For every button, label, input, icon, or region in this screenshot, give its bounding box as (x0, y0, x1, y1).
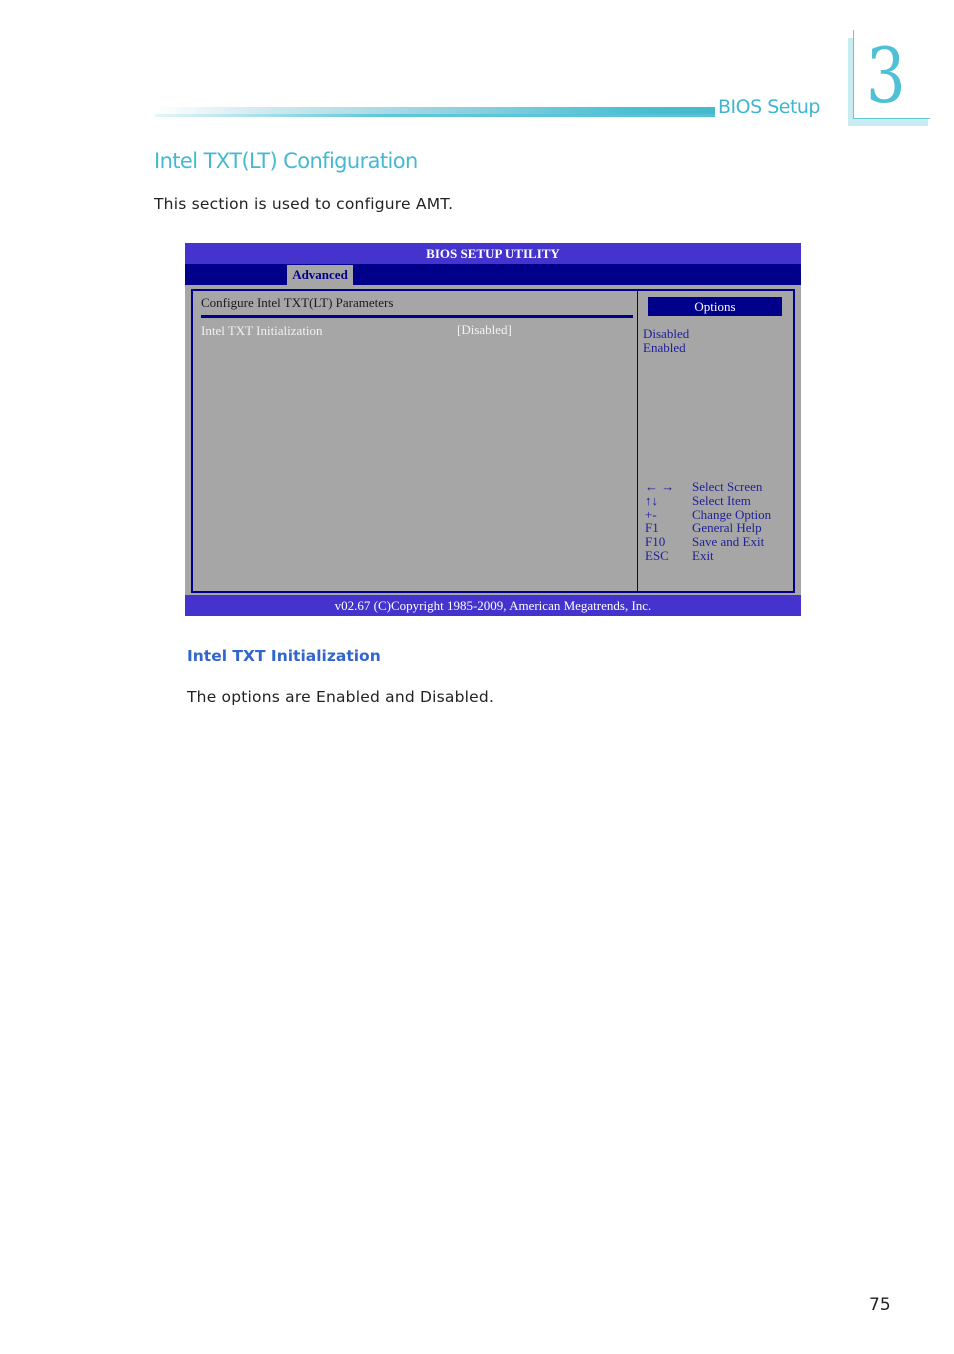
bios-help-panel: Options Disabled Enabled ← → Select Scree… (637, 289, 795, 593)
section-title: Intel TXT(LT) Configuration (154, 149, 418, 173)
key-row: ESC Exit (645, 549, 771, 563)
key-name: +- (645, 506, 657, 522)
bios-copyright-bar: v02.67 (C)Copyright 1985-2009, American … (185, 595, 801, 616)
key-name: ESC (645, 547, 669, 563)
key-action: Exit (692, 547, 714, 563)
key-action: General Help (692, 520, 762, 536)
key-action: Save and Exit (692, 534, 765, 550)
key-name: F10 (645, 534, 666, 550)
key-row: ← → Select Screen (645, 480, 771, 494)
tab-advanced[interactable]: Advanced (287, 265, 353, 285)
header-underline (155, 114, 715, 117)
key-row: +- Change Option (645, 506, 772, 522)
key-action: Change Option (692, 506, 772, 522)
page-number: 75 (869, 1295, 891, 1315)
key-legend: ← → Select Screen ↑↓ Select Item +- Change … (645, 480, 771, 563)
section-intro: This section is used to configure AMT. (154, 195, 454, 213)
key-row: F10 Save and Exit (645, 535, 771, 549)
key-name: F1 (645, 520, 659, 536)
setting-label-intel-txt-initialization[interactable]: Intel TXT Initialization (201, 323, 323, 339)
bios-panel-heading: Configure Intel TXT(LT) Parameters (201, 295, 394, 310)
options-list: Disabled Enabled (643, 327, 689, 354)
divider (201, 315, 633, 318)
subsection-title: Intel TXT Initialization (187, 647, 381, 665)
bios-main-panel: Configure Intel TXT(LT) Parameters Intel… (191, 289, 639, 593)
option-enabled[interactable]: Enabled (643, 340, 689, 355)
option-disabled[interactable]: Disabled (643, 327, 689, 341)
subsection-text: The options are Enabled and Disabled. (187, 688, 495, 706)
key-row: F1 General Help (645, 521, 771, 535)
header-section-label: BIOS Setup (718, 96, 821, 118)
key-row: ↑↓ Select Item (645, 492, 771, 508)
setting-value-intel-txt-initialization[interactable]: [Disabled] (457, 322, 512, 338)
bios-tab-bar: Advanced (185, 264, 801, 285)
left-right-arrow-icon: ← → (645, 479, 675, 494)
key-action: Select Screen (692, 479, 763, 494)
bios-screenshot: BIOS SETUP UTILITY Advanced Configure In… (185, 243, 801, 616)
chapter-number: 3 (866, 31, 906, 120)
up-down-arrow-icon: ↑↓ (645, 492, 658, 508)
key-action: Select Item (692, 492, 751, 508)
options-header: Options (648, 297, 782, 316)
bios-title-bar: BIOS SETUP UTILITY (185, 243, 801, 264)
